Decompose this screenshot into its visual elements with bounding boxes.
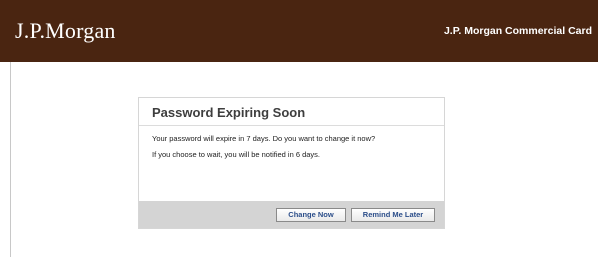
- change-now-button[interactable]: Change Now: [276, 208, 346, 222]
- left-panel-edge: [0, 62, 11, 257]
- page: J.P.Morgan J.P. Morgan Commercial Card P…: [0, 0, 598, 257]
- dialog-divider: [139, 125, 444, 126]
- dialog-message-line-2: If you choose to wait, you will be notif…: [152, 150, 321, 159]
- dialog-message-line-1: Your password will expire in 7 days. Do …: [152, 134, 376, 143]
- dialog-title: Password Expiring Soon: [152, 105, 306, 120]
- header-title: J.P. Morgan Commercial Card: [443, 25, 592, 37]
- password-expiring-dialog: Password Expiring Soon Your password wil…: [138, 97, 445, 229]
- remind-me-later-button[interactable]: Remind Me Later: [351, 208, 435, 222]
- header-bar: J.P.Morgan J.P. Morgan Commercial Card: [0, 0, 598, 62]
- jpmorgan-logo: J.P.Morgan: [15, 18, 116, 43]
- dialog-footer: Change Now Remind Me Later: [139, 201, 444, 228]
